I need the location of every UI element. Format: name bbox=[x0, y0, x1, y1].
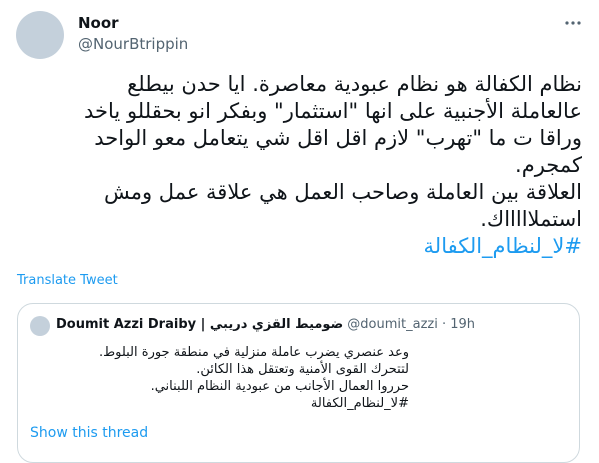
more-options-button[interactable] bbox=[560, 12, 586, 38]
quoted-author-name: Doumit Azzi Draiby | ضوميط القزي دريبي bbox=[56, 317, 344, 332]
quoted-line: لتتحرك القوى الأمنية وتعتقل هذا الكائن. bbox=[196, 362, 409, 377]
tweet-line: وراقا ت ما "تهرب" لازم اقل اقل شي يتعامل… bbox=[94, 126, 582, 150]
translate-tweet-link[interactable]: Translate Tweet bbox=[17, 273, 118, 288]
author-handle[interactable]: @NourBtrippin bbox=[78, 35, 188, 53]
quoted-tweet-text: وعد عنصري يضرب عاملة منزلية في منطقة جور… bbox=[29, 344, 409, 412]
quoted-tweet-time: 19h bbox=[450, 317, 476, 332]
quoted-tweet-header: Doumit Azzi Draiby | ضوميط القزي دريبي @… bbox=[56, 317, 475, 332]
hashtag-link[interactable]: #لا_لنظام_الكفالة bbox=[20, 233, 582, 260]
author-name[interactable]: Noor bbox=[78, 14, 119, 32]
quoted-tweet-card[interactable]: Doumit Azzi Draiby | ضوميط القزي دريبي @… bbox=[17, 303, 580, 463]
quoted-author-avatar bbox=[30, 316, 50, 336]
tweet-line: نظام الكفالة هو نظام عبودية معاصرة. ايا … bbox=[127, 72, 582, 96]
quoted-line: #لا_لنظام_الكفالة bbox=[310, 396, 409, 411]
meta-separator: · bbox=[441, 317, 447, 332]
more-horizontal-icon bbox=[564, 14, 582, 36]
tweet-line: كمجرم. bbox=[515, 153, 582, 177]
quoted-line: حرروا العمال الأجانب من عبودية النظام ال… bbox=[150, 379, 409, 394]
tweet-line: استملاااااك. bbox=[480, 207, 582, 231]
quoted-author-handle: @doumit_azzi bbox=[347, 317, 438, 332]
tweet-text: نظام الكفالة هو نظام عبودية معاصرة. ايا … bbox=[20, 71, 582, 260]
author-avatar[interactable] bbox=[16, 11, 64, 59]
tweet-line: العلاقة بين العاملة وصاحب العمل هي علاقة… bbox=[103, 180, 582, 204]
tweet-line: عالعاملة الأجنبية على انها "استثمار" وبف… bbox=[84, 99, 582, 123]
quoted-line: وعد عنصري يضرب عاملة منزلية في منطقة جور… bbox=[98, 345, 409, 360]
show-thread-link[interactable]: Show this thread bbox=[30, 425, 148, 441]
